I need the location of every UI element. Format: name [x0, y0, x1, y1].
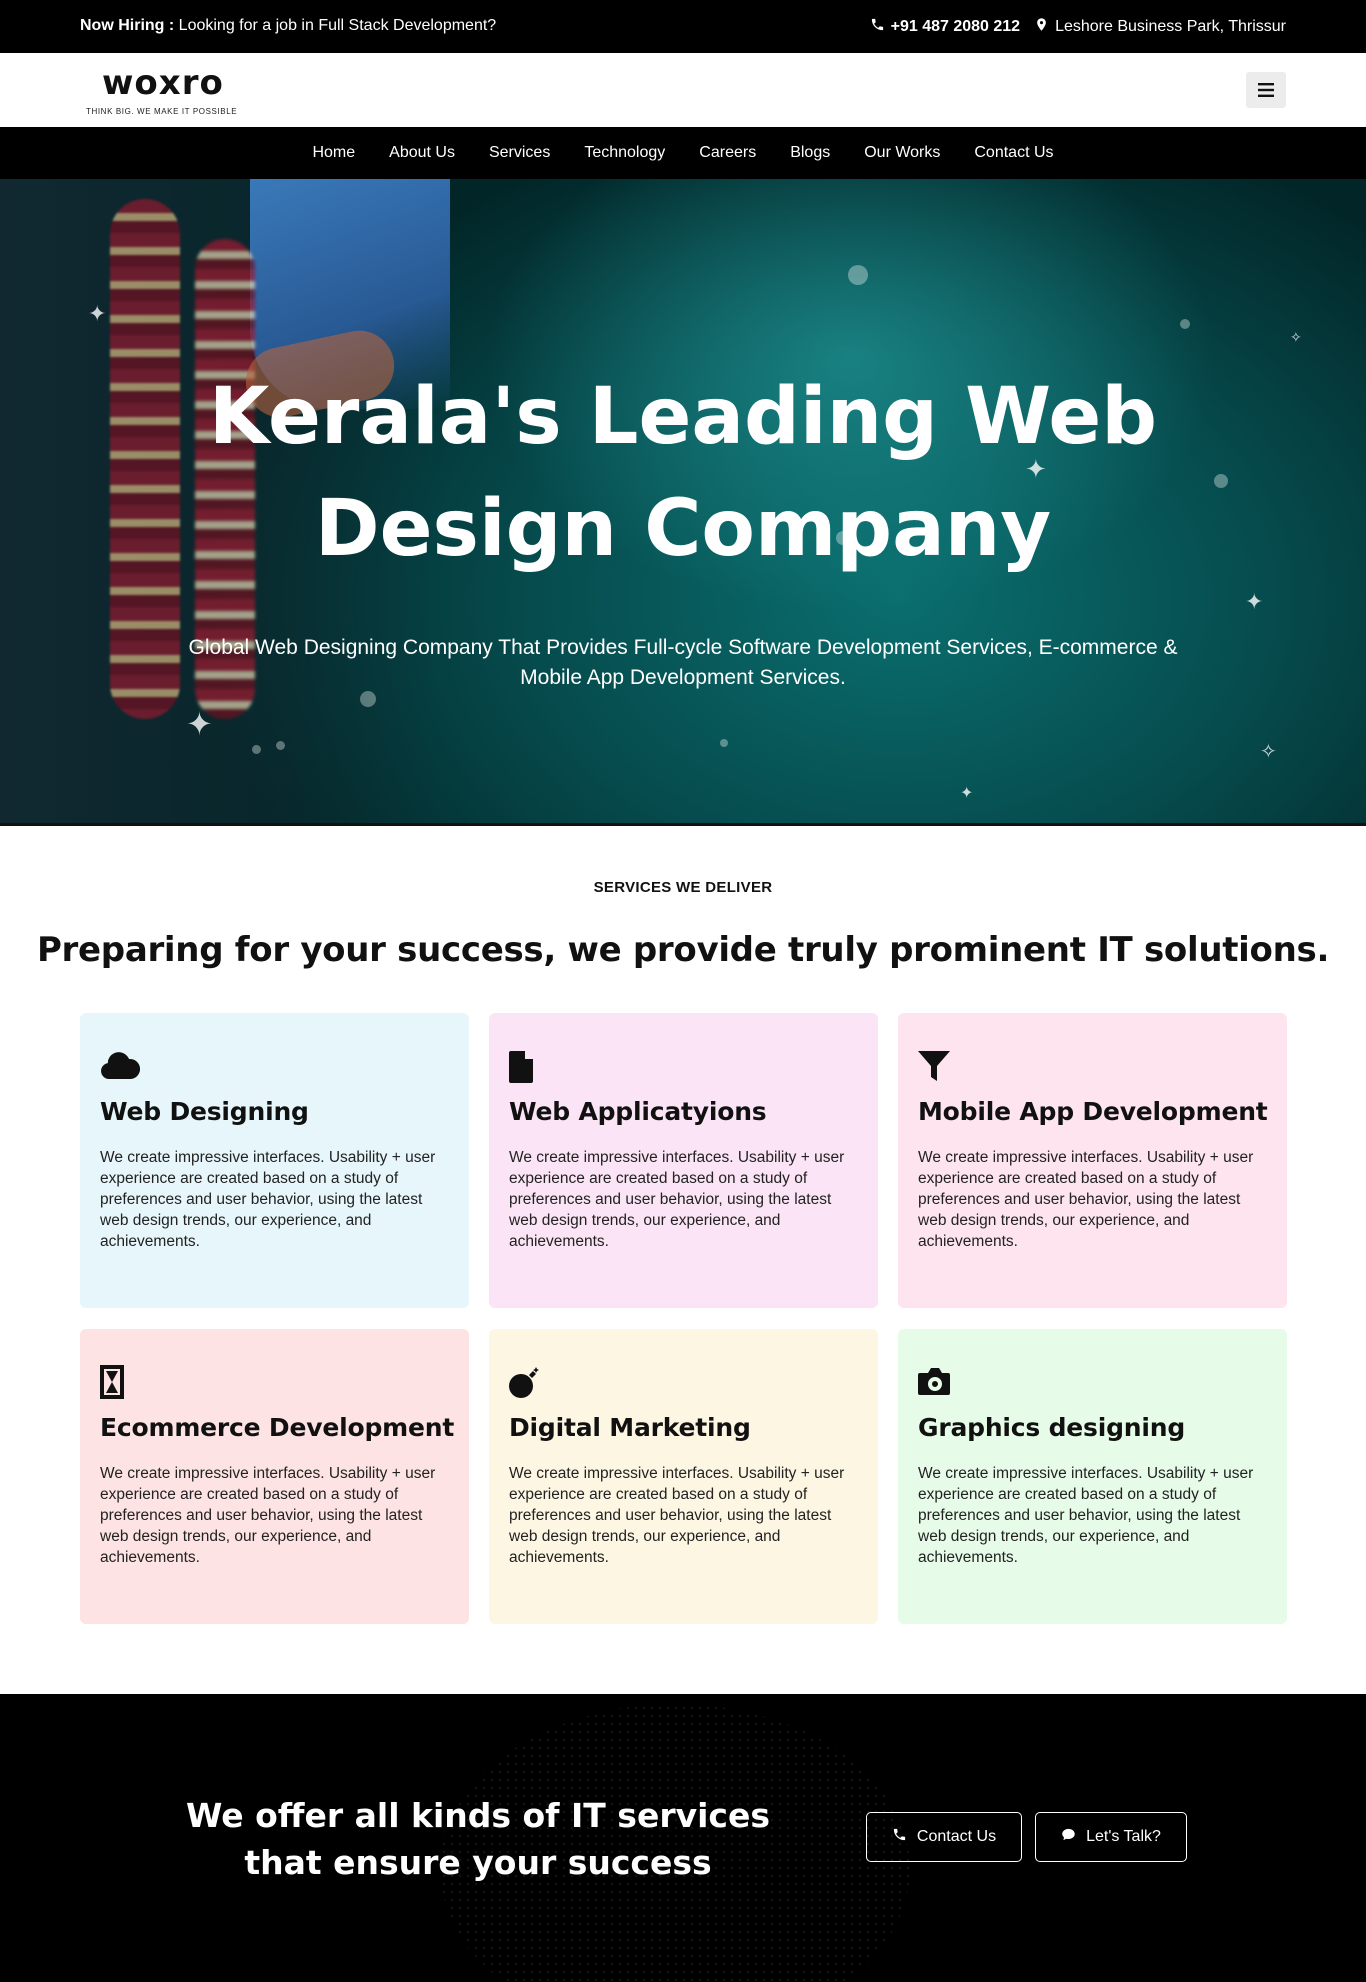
cta-section: We offer all kinds of IT services that e… [0, 1694, 1366, 1982]
hourglass-icon [100, 1365, 140, 1399]
hiring-text: Looking for a job in Full Stack Developm… [178, 17, 497, 34]
hero-subtitle: Global Web Designing Company That Provid… [188, 636, 1178, 689]
service-card-text: We create impressive interfaces. Usabili… [509, 1149, 845, 1250]
service-card-text: We create impressive interfaces. Usabili… [100, 1149, 436, 1250]
logo-tagline: THINK BIG. WE MAKE IT POSSIBLE [86, 107, 238, 116]
lets-talk-label: Let's Talk? [1086, 1828, 1161, 1845]
topbar: Now Hiring : Looking for a job in Full S… [0, 0, 1366, 53]
nav-item-services[interactable]: Services [472, 144, 567, 162]
cloud-icon [100, 1049, 141, 1083]
service-card-text: We create impressive interfaces. Usabili… [918, 1465, 1254, 1566]
phone-link[interactable]: +91 487 2080 212 [870, 17, 1020, 37]
contact-us-button[interactable]: Contact Us [866, 1812, 1022, 1862]
service-card-title: Mobile App Development [918, 1097, 1268, 1126]
sparkle-icon: ✦ [1245, 589, 1264, 614]
address-text: Leshore Business Park, Thrissur [1055, 18, 1286, 35]
map-marker-icon [1034, 17, 1049, 37]
lets-talk-button[interactable]: Let's Talk? [1035, 1812, 1187, 1862]
service-card[interactable]: Digital Marketing We create impressive i… [489, 1329, 878, 1624]
nav-item-home[interactable]: Home [295, 144, 372, 162]
contact-us-label: Contact Us [916, 1828, 997, 1845]
service-card-text: We create impressive interfaces. Usabili… [509, 1465, 845, 1566]
phone-icon [870, 17, 885, 37]
hamburger-icon [1258, 83, 1274, 97]
sparkle-icon: ✦ [88, 301, 107, 326]
hero-banner: ✦ ✦ ✦ ✦ ✧ ✦ ✧ Kerala's Leading Web Desig… [0, 179, 1366, 826]
hiring-notice[interactable]: Now Hiring : Looking for a job in Full S… [80, 17, 496, 35]
nav-item-our-works[interactable]: Our Works [847, 144, 957, 162]
camera-icon [918, 1365, 958, 1399]
hero-bokeh [252, 745, 261, 754]
logo[interactable]: woxro THINK BIG. WE MAKE IT POSSIBLE [86, 63, 256, 119]
hero-bokeh [1180, 319, 1190, 329]
service-card[interactable]: Graphics designing We create impressive … [898, 1329, 1287, 1624]
phone-icon [892, 1827, 907, 1847]
service-card-title: Digital Marketing [509, 1413, 751, 1442]
hero-title-line2: Design Company [314, 484, 1052, 574]
header: woxro THINK BIG. WE MAKE IT POSSIBLE [0, 53, 1366, 127]
logo-wordmark: woxro [102, 63, 224, 103]
service-card-title: Web Designing [100, 1097, 309, 1126]
service-card[interactable]: Web Designing We create impressive inter… [80, 1013, 469, 1308]
service-card-title: Ecommerce Development [100, 1413, 455, 1442]
service-card[interactable]: Mobile App Development We create impress… [898, 1013, 1287, 1308]
nav-item-careers[interactable]: Careers [682, 144, 773, 162]
sparkle-icon: ✦ [186, 706, 213, 742]
services-title: Preparing for your success, we provide t… [36, 930, 1330, 970]
menu-toggle-button[interactable] [1246, 72, 1286, 108]
filter-icon [918, 1049, 958, 1083]
topbar-contact: +91 487 2080 212 Leshore Business Park, … [870, 17, 1286, 37]
service-card[interactable]: Ecommerce Development We create impressi… [80, 1329, 469, 1624]
service-card-text: We create impressive interfaces. Usabili… [100, 1465, 436, 1566]
service-card-title: Web Applicatyions [509, 1097, 767, 1126]
cta-title: We offer all kinds of IT services that e… [185, 1796, 771, 1882]
hero-bokeh [276, 741, 285, 750]
file-icon [509, 1049, 549, 1083]
main-nav: Home About Us Services Technology Career… [0, 127, 1366, 179]
nav-item-about-us[interactable]: About Us [372, 144, 472, 162]
service-card-title: Graphics designing [918, 1413, 1186, 1442]
address-link[interactable]: Leshore Business Park, Thrissur [1034, 17, 1286, 37]
hero-title-line1: Kerala's Leading Web [208, 372, 1158, 462]
nav-item-blogs[interactable]: Blogs [773, 144, 847, 162]
nav-item-technology[interactable]: Technology [567, 144, 682, 162]
nav-item-contact-us[interactable]: Contact Us [957, 144, 1070, 162]
services-eyebrow: SERVICES WE DELIVER [593, 879, 773, 896]
hiring-label: Now Hiring : [80, 17, 175, 34]
phone-number: +91 487 2080 212 [890, 18, 1021, 35]
hero-title: Kerala's Leading Web Design Company [0, 361, 1366, 585]
hero-bokeh [360, 691, 376, 707]
service-card-text: We create impressive interfaces. Usabili… [918, 1149, 1254, 1250]
sparkle-icon: ✧ [1290, 329, 1302, 345]
sparkle-icon: ✦ [960, 785, 974, 802]
service-card[interactable]: Web Applicatyions We create impressive i… [489, 1013, 878, 1308]
hero-bokeh [720, 739, 728, 747]
bomb-icon [509, 1365, 549, 1399]
hero-bokeh [848, 265, 868, 285]
chat-icon [1061, 1827, 1076, 1847]
sparkle-icon: ✧ [1260, 741, 1277, 763]
